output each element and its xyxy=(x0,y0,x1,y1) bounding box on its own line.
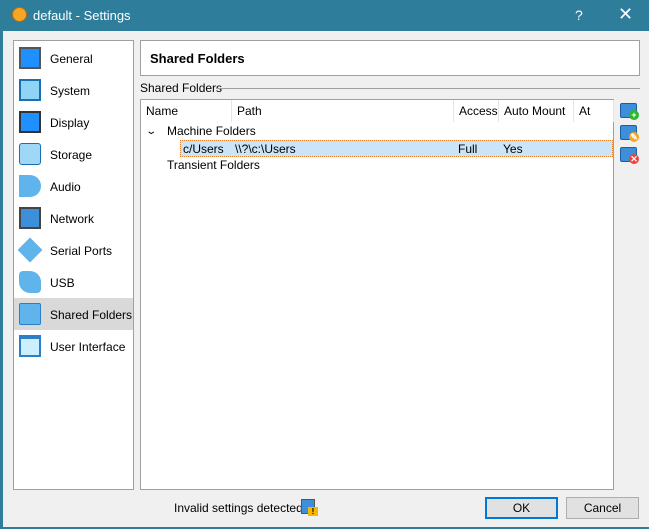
sidebar-item-label: System xyxy=(50,84,91,98)
column-header-name[interactable]: Name xyxy=(141,100,232,122)
sidebar-item-usb[interactable]: USB xyxy=(14,266,133,298)
edit-folder-button[interactable]: ✎ xyxy=(620,125,639,142)
sidebar-item-label: Audio xyxy=(50,180,81,194)
sidebar-item-label: Storage xyxy=(50,148,93,162)
page-title: Shared Folders xyxy=(150,51,245,66)
sidebar-item-label: Network xyxy=(50,212,95,226)
settings-window: default - Settings ? ✕ General System Di… xyxy=(3,0,649,527)
sidebar-item-serial-ports[interactable]: Serial Ports xyxy=(14,234,133,266)
table-row[interactable]: c/Users \\?\c:\Users Full Yes xyxy=(180,140,613,157)
add-folder-button[interactable]: + xyxy=(620,103,639,120)
sidebar-item-label: USB xyxy=(50,276,75,290)
folder-path: \\?\c:\Users xyxy=(235,142,296,156)
shared-folders-tree[interactable]: Name Path Access Auto Mount At ⌄ Machine… xyxy=(140,99,614,490)
storage-icon xyxy=(19,143,41,165)
page-header: Shared Folders xyxy=(140,40,640,76)
plus-icon: + xyxy=(629,110,639,120)
sidebar-item-label: User Interface xyxy=(50,340,126,354)
group-name: Machine Folders xyxy=(167,124,256,138)
sidebar-item-label: General xyxy=(50,52,93,66)
title-bar: default - Settings ? ✕ xyxy=(3,0,649,31)
remove-folder-button[interactable]: ✕ xyxy=(620,147,639,164)
folder-auto-mount: Yes xyxy=(503,142,523,156)
folder-name: c/Users xyxy=(183,142,224,156)
display-icon xyxy=(19,111,41,133)
sidebar-item-storage[interactable]: Storage xyxy=(14,138,133,170)
network-icon xyxy=(19,207,41,229)
folder-access: Full xyxy=(458,142,478,156)
column-header-at[interactable]: At xyxy=(574,100,614,122)
sidebar-item-label: Shared Folders xyxy=(50,308,133,322)
group-label: Shared Folders xyxy=(140,81,223,95)
close-button[interactable]: ✕ xyxy=(618,4,633,25)
help-button[interactable]: ? xyxy=(575,7,583,23)
chevron-down-icon[interactable]: ⌄ xyxy=(145,123,157,140)
folder-icon xyxy=(19,303,41,325)
group-divider xyxy=(216,88,640,89)
ok-button[interactable]: OK xyxy=(485,497,558,519)
sidebar-item-display[interactable]: Display xyxy=(14,106,133,138)
tree-group-machine-folders[interactable]: ⌄ Machine Folders xyxy=(141,123,613,140)
column-header-access[interactable]: Access xyxy=(454,100,499,122)
usb-icon xyxy=(19,271,41,293)
edit-icon: ✎ xyxy=(629,132,639,142)
remove-icon: ✕ xyxy=(629,154,639,164)
app-gear-icon xyxy=(12,7,27,22)
sidebar-item-user-interface[interactable]: User Interface xyxy=(14,330,133,362)
tree-group-transient-folders[interactable]: Transient Folders xyxy=(141,157,613,174)
cancel-button[interactable]: Cancel xyxy=(566,497,639,519)
chip-icon xyxy=(19,79,41,101)
sidebar-item-general[interactable]: General xyxy=(14,42,133,74)
sidebar-item-audio[interactable]: Audio xyxy=(14,170,133,202)
sidebar-item-shared-folders[interactable]: Shared Folders xyxy=(14,298,133,330)
group-name: Transient Folders xyxy=(167,158,260,172)
sidebar-item-label: Serial Ports xyxy=(50,244,113,258)
user-interface-icon xyxy=(19,335,41,357)
sidebar-item-system[interactable]: System xyxy=(14,74,133,106)
warning-icon[interactable] xyxy=(301,499,318,516)
settings-sidebar: General System Display Storage Audio Net… xyxy=(13,40,134,490)
monitor-icon xyxy=(19,47,41,69)
serial-port-icon xyxy=(17,237,43,263)
sidebar-item-network[interactable]: Network xyxy=(14,202,133,234)
speaker-icon xyxy=(19,175,41,197)
sidebar-item-label: Display xyxy=(50,116,90,130)
column-header-auto-mount[interactable]: Auto Mount xyxy=(499,100,574,122)
window-title: default - Settings xyxy=(33,8,131,23)
column-header-path[interactable]: Path xyxy=(232,100,454,122)
status-message: Invalid settings detected xyxy=(174,501,303,515)
